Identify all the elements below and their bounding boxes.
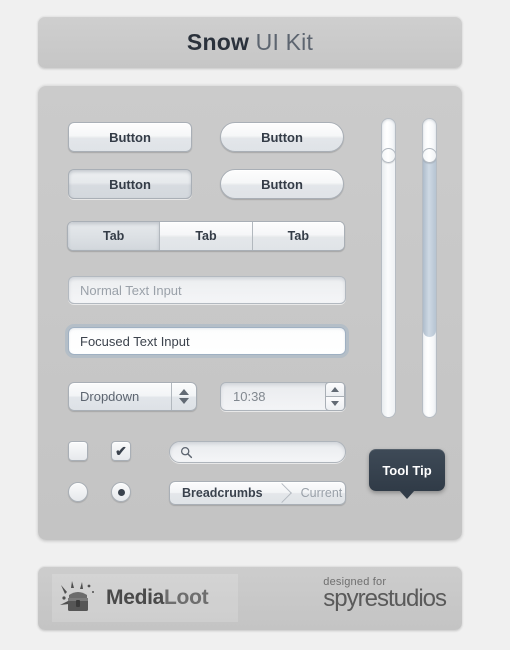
button-pill-normal[interactable]: Button xyxy=(220,122,344,152)
tooltip: Tool Tip xyxy=(369,449,445,499)
dropdown-label: Dropdown xyxy=(80,389,140,404)
button-rect-pressed[interactable]: Button xyxy=(68,169,192,199)
button-label: Button xyxy=(261,176,303,192)
button-label: Button xyxy=(109,176,151,192)
time-input-value: 10:38 xyxy=(233,389,266,404)
slider-left[interactable] xyxy=(381,118,396,418)
search-input[interactable] xyxy=(169,441,346,463)
tooltip-label: Tool Tip xyxy=(382,462,432,478)
checkbox-checked[interactable]: ✔ xyxy=(111,441,131,461)
triangle-up-icon xyxy=(331,387,339,392)
time-stepper-up-button[interactable] xyxy=(325,382,345,396)
search-icon xyxy=(180,446,193,458)
medialoot-wordmark: MediaLoot xyxy=(106,586,209,610)
spyrestudios-brand[interactable]: designed for spyrestudios xyxy=(323,576,447,612)
breadcrumb-label: Current xyxy=(300,486,343,500)
normal-text-input[interactable]: Normal Text Input xyxy=(68,276,346,304)
tab-bar: Tab Tab Tab xyxy=(67,221,345,251)
page-title-bold: Snow xyxy=(186,28,250,55)
medialoot-bold: Media xyxy=(106,586,165,609)
chevron-up-icon xyxy=(179,389,189,395)
tab-label: Tab xyxy=(103,229,125,243)
breadcrumb-label: Breadcrumbs xyxy=(182,486,263,500)
tab-3[interactable]: Tab xyxy=(252,222,344,250)
breadcrumb-item-current[interactable]: Current xyxy=(289,482,345,504)
normal-text-input-value: Normal Text Input xyxy=(80,282,182,298)
medialoot-light: Loot xyxy=(164,586,209,609)
focused-text-input[interactable]: Focused Text Input xyxy=(68,327,346,355)
radio-unselected[interactable] xyxy=(68,482,88,502)
slider-left-thumb[interactable] xyxy=(382,148,395,163)
checkbox-unchecked[interactable] xyxy=(68,441,88,461)
triangle-down-icon xyxy=(331,401,339,406)
slider-right[interactable] xyxy=(422,118,437,418)
slider-left-fill xyxy=(382,155,395,417)
radio-selected[interactable] xyxy=(111,482,131,502)
button-label: Button xyxy=(261,129,303,145)
page-title: Snow UI Kit xyxy=(187,29,313,56)
footer: MediaLoot designed for spyrestudios xyxy=(38,566,462,630)
tab-1[interactable]: Tab xyxy=(68,222,161,250)
dropdown-arrows[interactable] xyxy=(171,383,196,410)
button-rect-normal[interactable]: Button xyxy=(68,122,192,152)
tab-2[interactable]: Tab xyxy=(160,222,253,250)
time-stepper xyxy=(325,382,345,411)
medialoot-brand[interactable]: MediaLoot xyxy=(52,574,238,622)
check-icon: ✔ xyxy=(115,443,127,459)
button-pill-pressed[interactable]: Button xyxy=(220,169,344,199)
chevron-down-icon xyxy=(179,398,189,404)
focused-text-input-value: Focused Text Input xyxy=(80,333,190,349)
spyre-wordmark: spyrestudios xyxy=(323,585,447,612)
treasure-chest-icon xyxy=(60,581,94,611)
chevron-right-icon xyxy=(275,482,289,504)
app-header: Snow UI Kit xyxy=(38,16,462,68)
page-title-rest: UI Kit xyxy=(249,28,314,55)
tab-label: Tab xyxy=(195,229,217,243)
radio-dot xyxy=(117,488,125,496)
dropdown-select[interactable]: Dropdown xyxy=(68,382,197,411)
breadcrumb-item-root[interactable]: Breadcrumbs xyxy=(170,482,275,504)
tab-label: Tab xyxy=(287,229,309,243)
breadcrumb: Breadcrumbs Current xyxy=(169,481,346,505)
slider-right-thumb[interactable] xyxy=(423,148,436,163)
time-stepper-down-button[interactable] xyxy=(325,396,345,411)
button-label: Button xyxy=(109,129,151,145)
slider-right-fill xyxy=(423,155,436,337)
